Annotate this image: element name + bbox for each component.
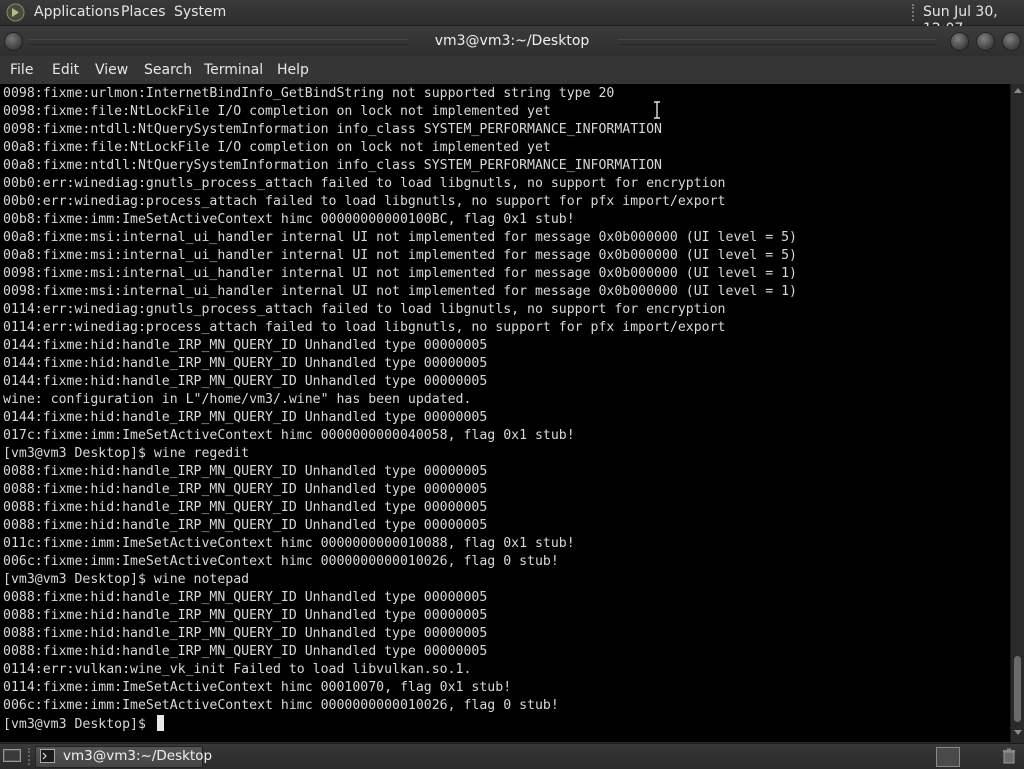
terminal-line: 00a8:fixme:msi:internal_ui_handler inter… xyxy=(3,230,797,245)
window-titlebar[interactable]: vm3@vm3:~/Desktop xyxy=(0,26,1024,56)
ibeam-cursor-icon xyxy=(654,101,660,119)
scrollbar-thumb[interactable] xyxy=(1014,656,1021,722)
terminal-line: 00b0:err:winediag:gnutls_process_attach … xyxy=(3,176,726,191)
terminal-line: 0098:fixme:ntdll:NtQuerySystemInformatio… xyxy=(3,122,662,137)
terminal-menu[interactable]: Terminal xyxy=(204,62,263,79)
terminal-line: 0098:fixme:urlmon:InternetBindInfo_GetBi… xyxy=(3,86,615,101)
terminal-icon xyxy=(40,749,55,763)
terminal-line: 0088:fixme:hid:handle_IRP_MN_QUERY_ID Un… xyxy=(3,482,488,497)
places-menu[interactable]: Places xyxy=(121,4,166,21)
terminal-line: 0098:fixme:msi:internal_ui_handler inter… xyxy=(3,284,797,299)
terminal-line: 0088:fixme:hid:handle_IRP_MN_QUERY_ID Un… xyxy=(3,608,488,623)
terminal-line: 011c:fixme:imm:ImeSetActiveContext himc … xyxy=(3,536,575,551)
scroll-down-icon[interactable] xyxy=(1014,730,1022,735)
search-menu[interactable]: Search xyxy=(144,62,192,79)
terminal-line: 0088:fixme:hid:handle_IRP_MN_QUERY_ID Un… xyxy=(3,644,488,659)
terminal-line: 00a8:fixme:ntdll:NtQuerySystemInformatio… xyxy=(3,158,662,173)
help-menu[interactable]: Help xyxy=(277,62,309,79)
terminal-line: wine: configuration in L"/home/vm3/.wine… xyxy=(3,392,472,407)
terminal-prompt: [vm3@vm3 Desktop]$ xyxy=(3,717,154,732)
terminal-line: 0114:err:vulkan:wine_vk_init Failed to l… xyxy=(3,662,472,677)
panel-handle[interactable] xyxy=(912,4,918,21)
terminal-line: 0114:err:winediag:gnutls_process_attach … xyxy=(3,302,726,317)
bottom-panel: vm3@vm3:~/Desktop xyxy=(0,743,1024,769)
terminal-line: [vm3@vm3 Desktop]$ wine notepad xyxy=(3,572,250,587)
close-button[interactable] xyxy=(1002,32,1021,51)
terminal-line: 0114:fixme:imm:ImeSetActiveContext himc … xyxy=(3,680,512,695)
taskbar-terminal-label: vm3@vm3:~/Desktop xyxy=(63,748,213,764)
workspace-switcher-icon[interactable] xyxy=(936,747,960,767)
gnome-foot-icon[interactable] xyxy=(6,3,25,22)
terminal-line: 0088:fixme:hid:handle_IRP_MN_QUERY_ID Un… xyxy=(3,626,488,641)
terminal-line: 00b0:err:winediag:process_attach failed … xyxy=(3,194,726,209)
edit-menu[interactable]: Edit xyxy=(52,62,79,79)
panel-separator xyxy=(28,748,33,765)
terminal-line: 017c:fixme:imm:ImeSetActiveContext himc … xyxy=(3,428,575,443)
terminal-line: 0088:fixme:hid:handle_IRP_MN_QUERY_ID Un… xyxy=(3,518,488,533)
taskbar-terminal-button[interactable]: vm3@vm3:~/Desktop xyxy=(35,746,212,768)
terminal-line: 0144:fixme:hid:handle_IRP_MN_QUERY_ID Un… xyxy=(3,374,488,389)
show-desktop-icon[interactable] xyxy=(2,747,22,765)
terminal-line: 0114:err:winediag:process_attach failed … xyxy=(3,320,726,335)
top-panel: Applications Places System Sun Jul 30, 1… xyxy=(0,0,1024,37)
terminal-line: 0144:fixme:hid:handle_IRP_MN_QUERY_ID Un… xyxy=(3,338,488,353)
terminal-line: 006c:fixme:imm:ImeSetActiveContext himc … xyxy=(3,698,559,713)
terminal-line: 0088:fixme:hid:handle_IRP_MN_QUERY_ID Un… xyxy=(3,500,488,515)
terminal-line: [vm3@vm3 Desktop]$ wine regedit xyxy=(3,446,250,461)
terminal-line: 00b8:fixme:imm:ImeSetActiveContext himc … xyxy=(3,212,575,227)
maximize-button[interactable] xyxy=(976,32,995,51)
terminal-line: 0144:fixme:hid:handle_IRP_MN_QUERY_ID Un… xyxy=(3,356,488,371)
terminal-output[interactable]: 0098:fixme:urlmon:InternetBindInfo_GetBi… xyxy=(3,85,797,733)
file-menu[interactable]: File xyxy=(10,62,33,79)
terminal-line: 0088:fixme:hid:handle_IRP_MN_QUERY_ID Un… xyxy=(3,590,488,605)
terminal-line: 0098:fixme:msi:internal_ui_handler inter… xyxy=(3,266,797,281)
applications-menu[interactable]: Applications xyxy=(34,4,120,21)
terminal-view[interactable]: 0098:fixme:urlmon:InternetBindInfo_GetBi… xyxy=(0,84,1010,742)
terminal-line: 00a8:fixme:msi:internal_ui_handler inter… xyxy=(3,248,797,263)
terminal-menubar: File Edit View Search Terminal Help xyxy=(0,56,1024,84)
terminal-line: 0098:fixme:file:NtLockFile I/O completio… xyxy=(3,104,551,119)
window-title: vm3@vm3:~/Desktop xyxy=(434,33,590,49)
text-cursor xyxy=(156,715,164,731)
terminal-line: 0088:fixme:hid:handle_IRP_MN_QUERY_ID Un… xyxy=(3,464,488,479)
view-menu[interactable]: View xyxy=(95,62,128,79)
terminal-prompt-line[interactable]: [vm3@vm3 Desktop]$ xyxy=(3,715,797,733)
terminal-line: 00a8:fixme:file:NtLockFile I/O completio… xyxy=(3,140,551,155)
trash-icon[interactable] xyxy=(1000,747,1018,765)
minimize-button[interactable] xyxy=(950,32,969,51)
terminal-line: 0144:fixme:hid:handle_IRP_MN_QUERY_ID Un… xyxy=(3,410,488,425)
terminal-line: 006c:fixme:imm:ImeSetActiveContext himc … xyxy=(3,554,559,569)
system-menu[interactable]: System xyxy=(174,4,226,21)
terminal-scrollbar[interactable] xyxy=(1010,84,1024,742)
scroll-up-icon[interactable] xyxy=(1014,88,1022,93)
